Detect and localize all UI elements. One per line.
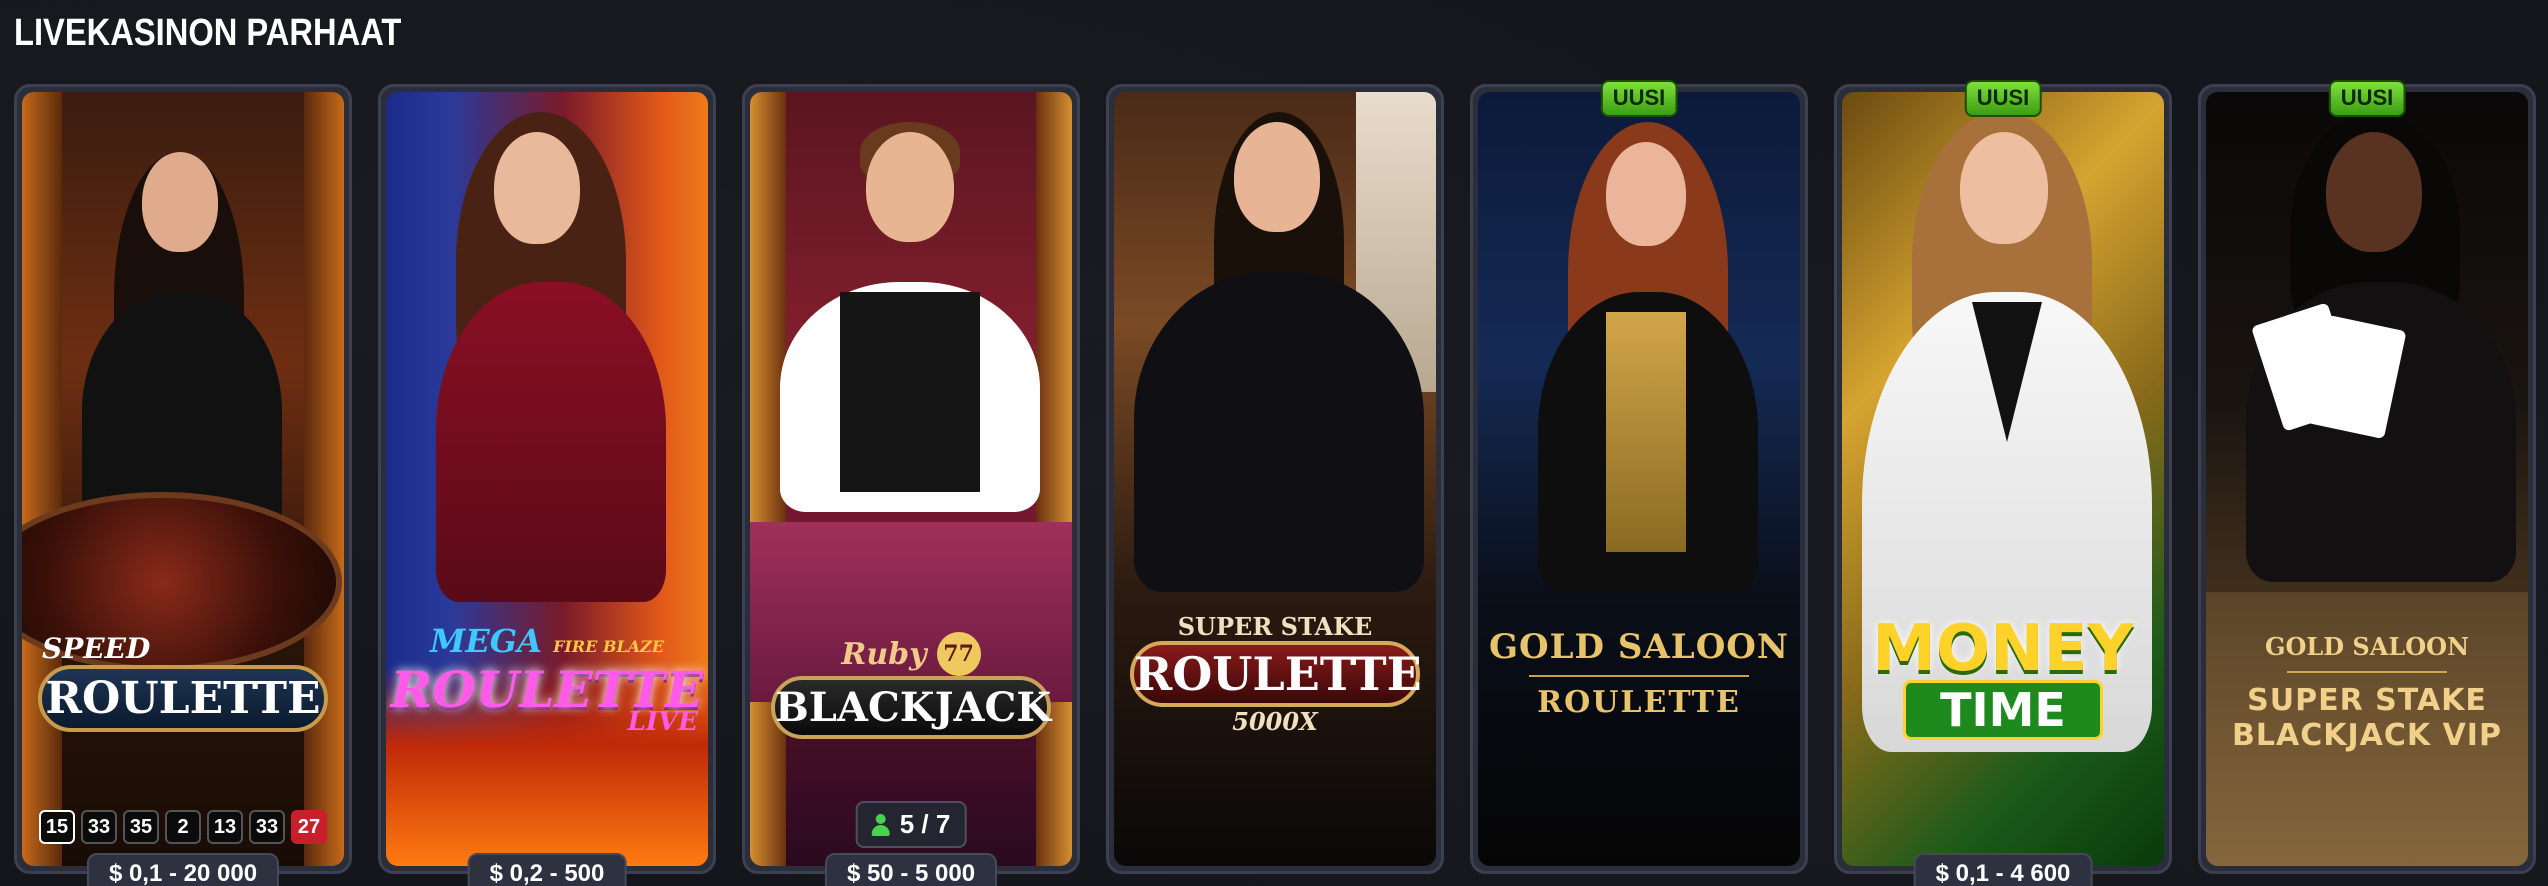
new-badge: UUSI: [1600, 80, 1678, 117]
new-badge: UUSI: [1964, 80, 2042, 117]
game-thumbnail: SPEED ROULETTE 15 33 35 2 13 33 27: [22, 92, 344, 866]
game-card-money-time[interactable]: MONEY TIME: [1834, 84, 2172, 874]
game-logo: GOLD SALOON SUPER STAKE BLACKJACK VIP: [2232, 632, 2502, 753]
game-thumbnail: GOLD SALOON SUPER STAKE BLACKJACK VIP: [2206, 92, 2528, 866]
game-thumbnail: Ruby 77 BLACKJACK 5 / 7: [750, 92, 1072, 866]
game-thumbnail: MEGA FIRE BLAZE ROULETTE LIVE: [386, 92, 708, 866]
result-number: 33: [81, 810, 117, 844]
result-number: 27: [291, 810, 327, 844]
game-card-speed-roulette[interactable]: SPEED ROULETTE 15 33 35 2 13 33 27: [14, 84, 352, 874]
seats-indicator: 5 / 7: [855, 801, 967, 848]
bet-limit: $ 50 - 5 000: [824, 853, 998, 886]
section-title: LIVEKASINON PARHAAT: [14, 12, 402, 54]
live-casino-carousel: SPEED ROULETTE 15 33 35 2 13 33 27 $ 0,1…: [14, 80, 2544, 886]
game-card-gold-saloon-blackjack-vip[interactable]: GOLD SALOON SUPER STAKE BLACKJACK VIP: [2198, 84, 2536, 874]
result-number: 15: [39, 810, 75, 844]
game-thumbnail: GOLD SALOON ROULETTE: [1478, 92, 1800, 866]
game-thumbnail: MONEY TIME: [1842, 92, 2164, 866]
game-card-ruby-blackjack[interactable]: Ruby 77 BLACKJACK 5 / 7: [742, 84, 1080, 874]
game-thumbnail: SUPER STAKE ROULETTE 5000X: [1114, 92, 1436, 866]
new-badge: UUSI: [2328, 80, 2406, 117]
result-number: 33: [249, 810, 285, 844]
game-card-gold-saloon-roulette[interactable]: GOLD SALOON ROULETTE: [1470, 84, 1808, 874]
bet-limit: $ 0,1 - 4 600: [1913, 853, 2093, 886]
game-logo: MEGA FIRE BLAZE ROULETTE LIVE: [390, 622, 704, 737]
result-number: 13: [207, 810, 243, 844]
bet-limit: $ 0,1 - 20 000: [86, 853, 280, 886]
game-card-mega-fire-blaze-roulette[interactable]: MEGA FIRE BLAZE ROULETTE LIVE: [378, 84, 716, 874]
game-card-super-stake-roulette[interactable]: SUPER STAKE ROULETTE 5000X: [1106, 84, 1444, 874]
game-logo: MONEY TIME: [1842, 612, 2164, 740]
bet-limit: $ 0,2 - 500: [467, 853, 627, 886]
game-logo: GOLD SALOON ROULETTE: [1488, 627, 1790, 720]
result-number: 35: [123, 810, 159, 844]
game-logo: SUPER STAKE ROULETTE 5000X: [1114, 612, 1436, 736]
person-icon: [871, 813, 890, 836]
game-logo: SPEED ROULETTE: [22, 632, 344, 732]
game-logo: Ruby 77 BLACKJACK: [750, 632, 1072, 739]
result-number: 2: [165, 810, 201, 844]
seats-count: 5 / 7: [899, 809, 951, 839]
recent-results: 15 33 35 2 13 33 27: [22, 810, 344, 844]
